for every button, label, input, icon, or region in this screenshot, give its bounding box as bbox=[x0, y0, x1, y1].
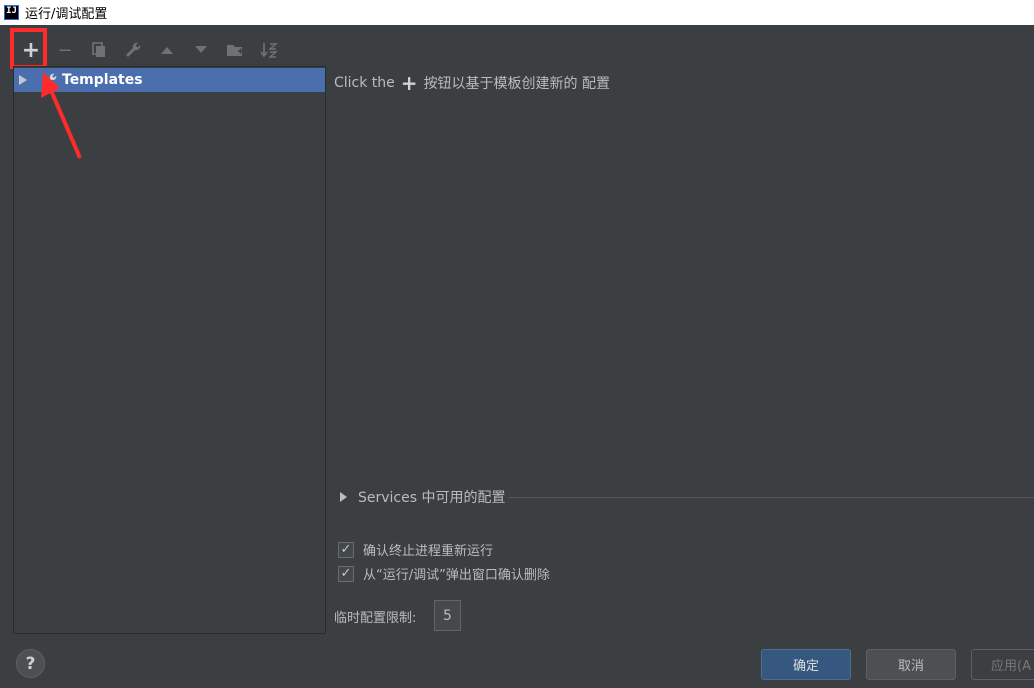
new-folder-button[interactable] bbox=[218, 36, 252, 64]
wrench-icon bbox=[43, 73, 57, 87]
confirm-delete-checkbox[interactable]: ✓ bbox=[338, 565, 354, 582]
tree-item-label: Templates bbox=[62, 72, 143, 88]
ok-button[interactable]: 确定 bbox=[761, 649, 851, 680]
confirm-delete-option[interactable]: ✓ 从“运行/调试”弹出窗口确认删除 bbox=[338, 564, 550, 583]
plus-icon: + bbox=[400, 71, 418, 95]
hint-prefix: Click the bbox=[334, 75, 395, 91]
intellij-logo-icon: IJ bbox=[4, 5, 19, 20]
confirm-rerun-option[interactable]: ✓ 确认终止进程重新运行 bbox=[338, 540, 493, 559]
remove-configuration-button[interactable]: − bbox=[48, 36, 82, 64]
confirm-delete-label: 从“运行/调试”弹出窗口确认删除 bbox=[363, 568, 550, 583]
confirm-rerun-checkbox[interactable]: ✓ bbox=[338, 541, 354, 558]
sort-icon bbox=[260, 43, 278, 58]
apply-button[interactable]: 应用(A bbox=[971, 649, 1034, 680]
help-button[interactable]: ? bbox=[16, 649, 45, 678]
empty-state-hint: Click the + 按钮以基于模板创建新的 配置 bbox=[334, 73, 610, 93]
services-section-toggle[interactable]: Services 中可用的配置 bbox=[340, 487, 506, 507]
copy-configuration-button[interactable] bbox=[82, 36, 116, 64]
configuration-tree: Templates bbox=[13, 66, 326, 634]
sort-configurations-button[interactable] bbox=[252, 36, 286, 64]
expand-arrow-icon bbox=[340, 492, 347, 502]
edit-templates-button[interactable] bbox=[116, 36, 150, 64]
cancel-button[interactable]: 取消 bbox=[866, 649, 956, 680]
move-up-button[interactable] bbox=[150, 36, 184, 64]
folder-add-icon bbox=[227, 45, 243, 56]
move-down-button[interactable] bbox=[184, 36, 218, 64]
copy-icon bbox=[92, 42, 105, 57]
wrench-icon bbox=[126, 42, 141, 57]
triangle-down-icon bbox=[195, 46, 207, 53]
tree-item-templates[interactable]: Templates bbox=[14, 68, 325, 92]
window-title: 运行/调试配置 bbox=[25, 7, 108, 22]
toolbar: + − bbox=[14, 36, 286, 64]
hint-suffix: 按钮以基于模板创建新的 配置 bbox=[423, 76, 611, 92]
services-label: Services 中可用的配置 bbox=[358, 490, 506, 506]
section-divider bbox=[508, 497, 1034, 498]
title-bar: IJ 运行/调试配置 bbox=[0, 0, 1034, 25]
temp-limit-input[interactable]: 5 bbox=[434, 600, 461, 631]
temp-limit-label: 临时配置限制: bbox=[334, 611, 417, 626]
expand-arrow-icon[interactable] bbox=[19, 75, 27, 85]
add-configuration-button[interactable]: + bbox=[14, 36, 48, 64]
confirm-rerun-label: 确认终止进程重新运行 bbox=[363, 544, 494, 559]
triangle-up-icon bbox=[161, 47, 173, 54]
